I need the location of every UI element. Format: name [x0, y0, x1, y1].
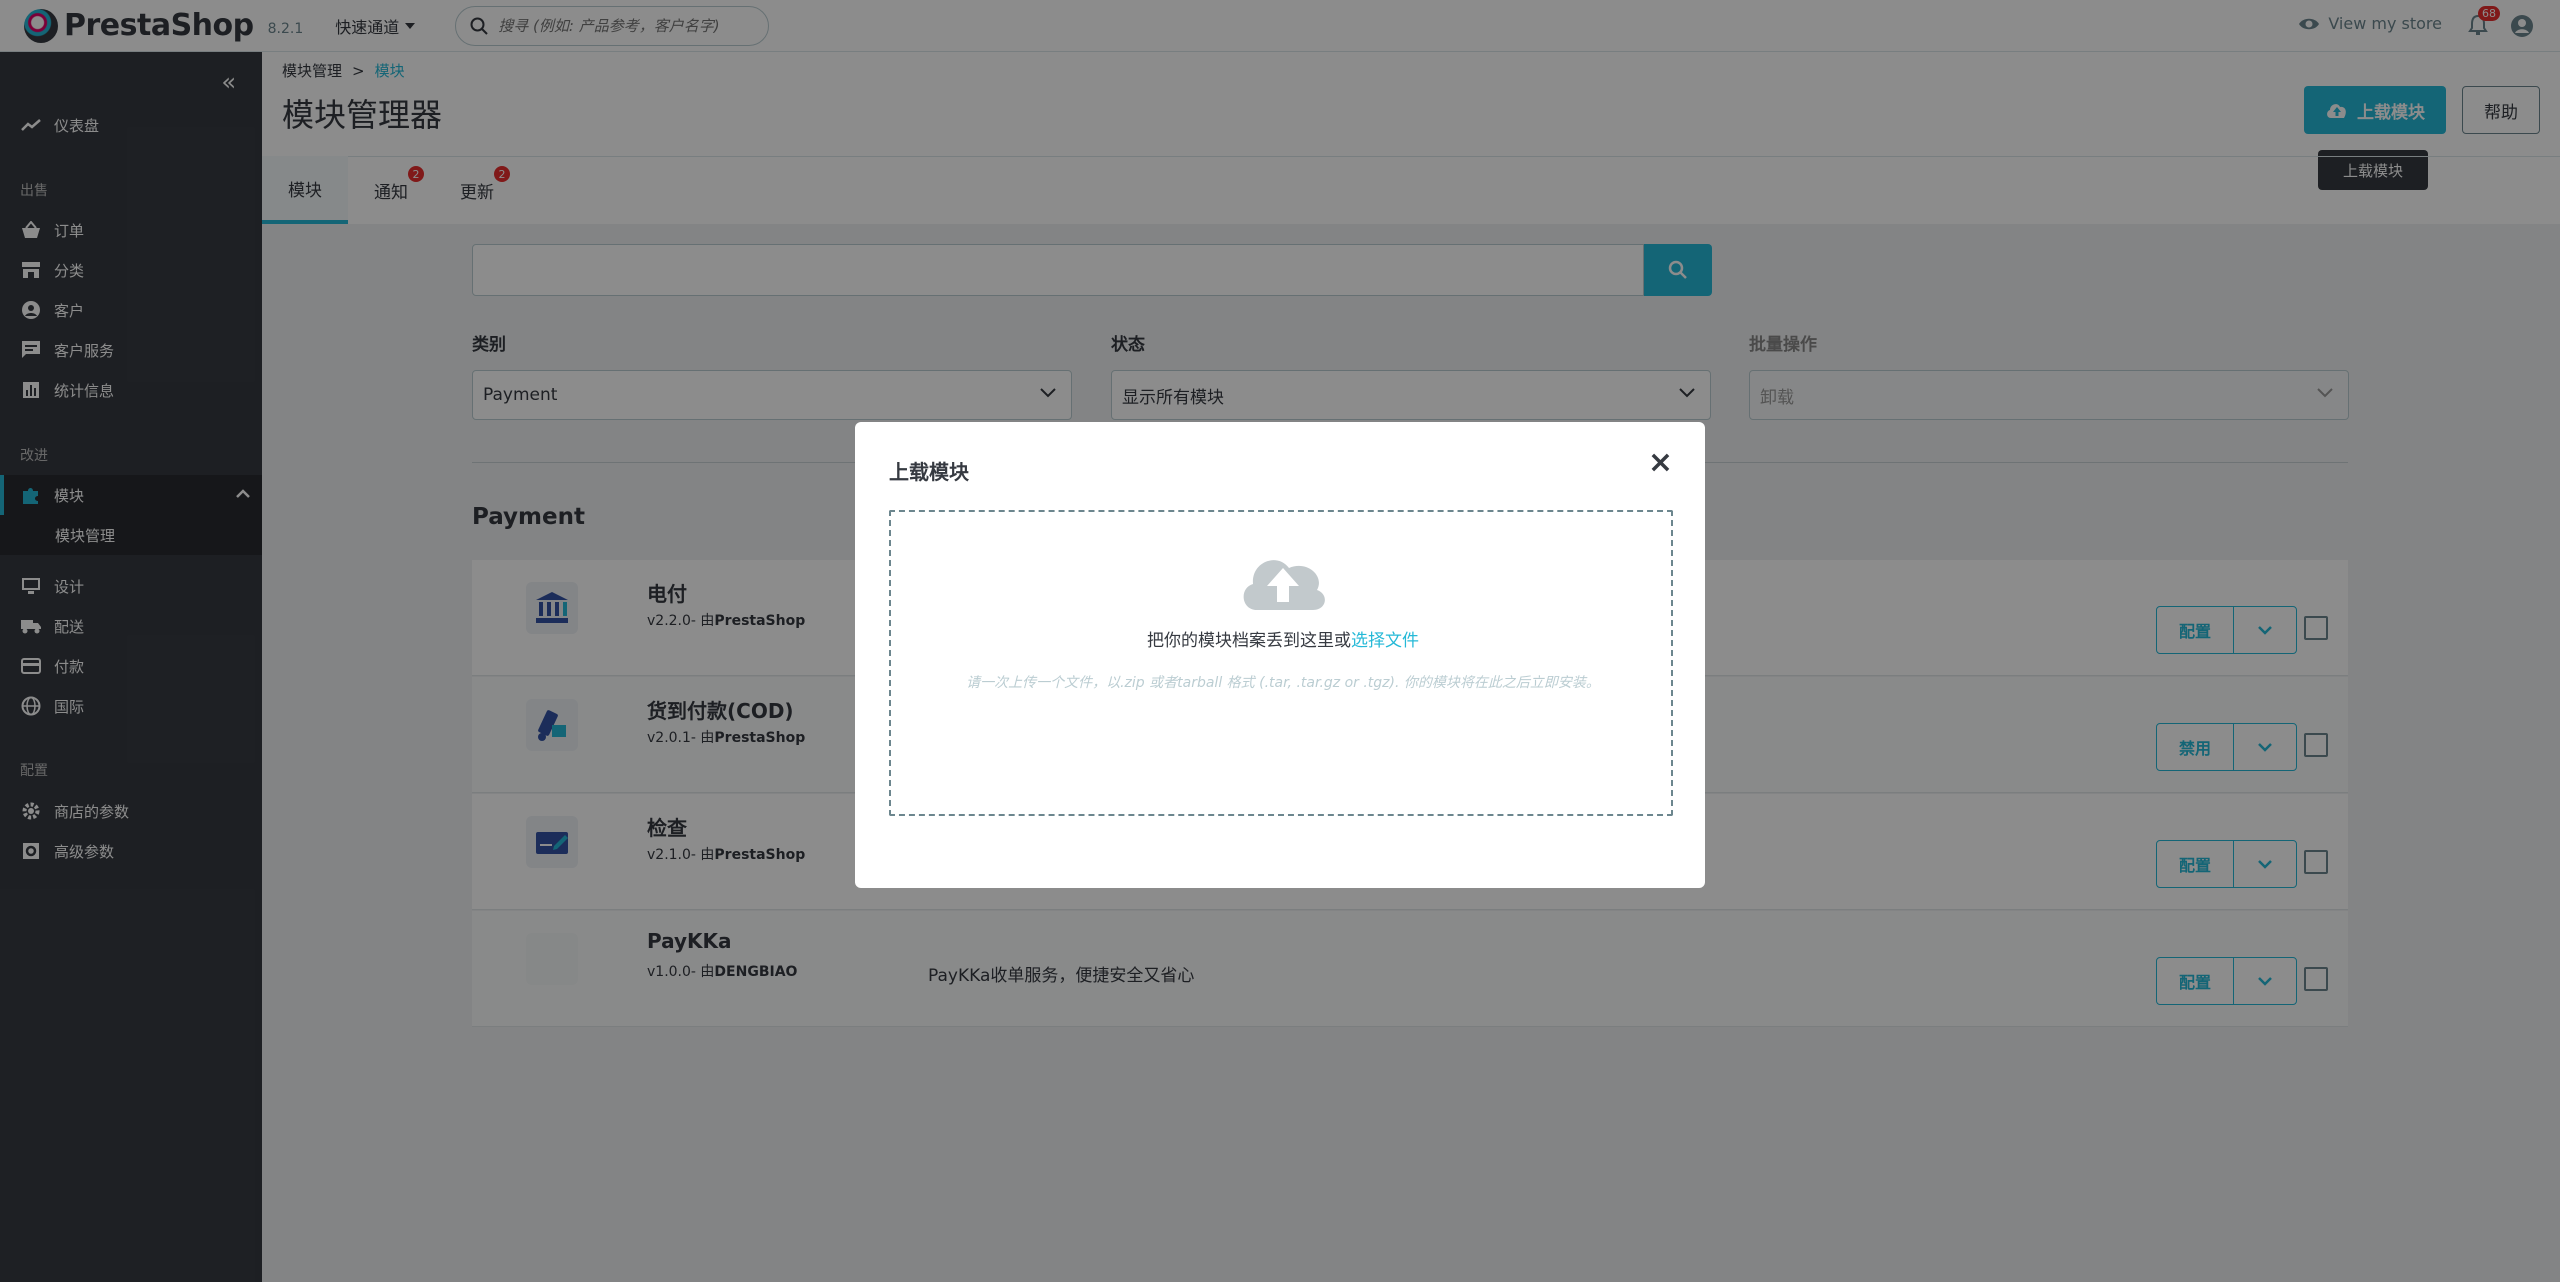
dropzone-text: 把你的模块档案丢到这里或选择文件: [891, 626, 1675, 651]
modal-title: 上载模块: [889, 460, 969, 484]
dropzone-instruction: 把你的模块档案丢到这里或: [1147, 631, 1351, 651]
cloud-upload-icon: [1243, 560, 1325, 610]
dropzone-hint: 请一次上传一个文件，以.zip 或者tarball 格式 (.tar, .tar…: [966, 675, 1600, 691]
choose-file-link[interactable]: 选择文件: [1351, 631, 1419, 651]
upload-module-modal: 上载模块 × 把你的模块档案丢到这里或选择文件 请一次上传一个文件，以.zip …: [855, 422, 1705, 888]
file-dropzone[interactable]: 把你的模块档案丢到这里或选择文件 请一次上传一个文件，以.zip 或者tarba…: [889, 510, 1673, 816]
close-icon[interactable]: ×: [1648, 448, 1673, 478]
